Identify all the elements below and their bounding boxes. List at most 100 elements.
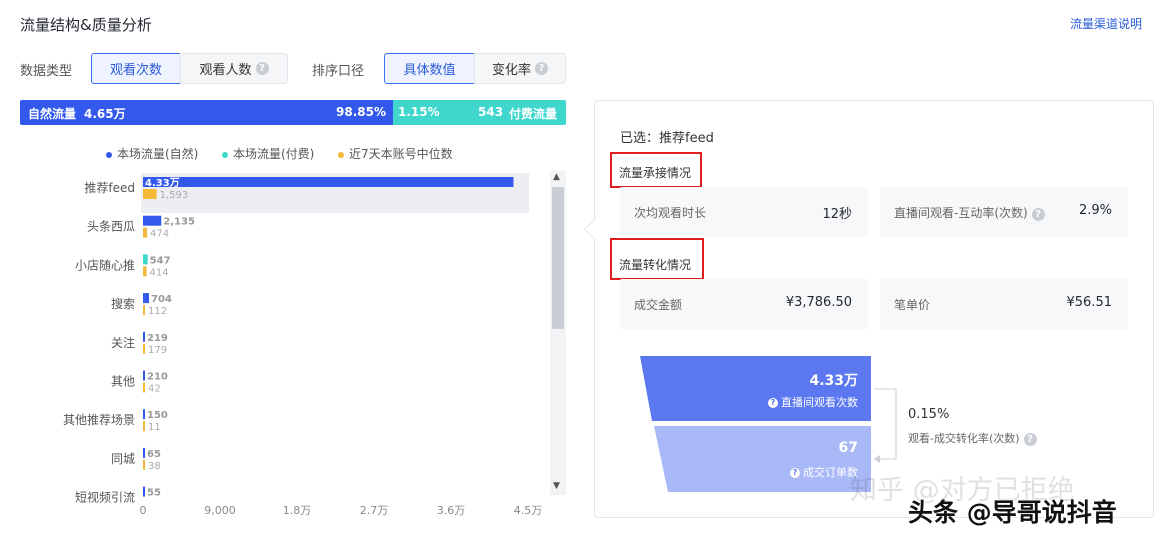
legend-median[interactable]: 近7天本账号中位数 — [338, 145, 453, 162]
bar-median-label: 474 — [150, 229, 169, 240]
bar-current-label: 2,135 — [163, 217, 195, 228]
channel-description-link[interactable]: 流量渠道说明 — [1070, 15, 1142, 32]
bar-current — [143, 177, 514, 187]
natural-traffic-value: 4.65万 — [84, 107, 126, 121]
bar-current-label: 65 — [147, 449, 161, 460]
sort-value-button[interactable]: 具体数值 — [384, 53, 475, 84]
category-label: 同城 — [111, 452, 135, 466]
conversion-rate-label: 观看-成交转化率(次数)? — [908, 430, 1037, 446]
bar-current — [143, 293, 150, 304]
x-tick-label: 4.5万 — [514, 504, 543, 517]
traffic-ratio-bar: 自然流量 4.65万 98.85% 1.15% 543 付费流量 — [20, 100, 566, 125]
bar-current — [143, 370, 145, 381]
metric-card-avg-order-price: 笔单价 ¥56.51 — [880, 279, 1128, 329]
bar-median — [143, 382, 145, 393]
bar-median — [143, 421, 145, 432]
metric-value: ¥3,786.50 — [785, 295, 852, 310]
bar-median-label: 112 — [148, 306, 167, 317]
bar-current — [143, 409, 145, 420]
x-tick-label: 2.7万 — [360, 504, 389, 517]
metric-label: 直播间观看-互动率(次数)? — [894, 204, 1045, 221]
bar-current — [143, 447, 145, 458]
scroll-down-arrow-icon[interactable]: ▼ — [553, 481, 560, 491]
natural-traffic-pct: 98.85% — [336, 105, 386, 119]
x-tick-label: 3.6万 — [437, 504, 466, 517]
page-title: 流量结构&质量分析 — [20, 16, 152, 34]
legend-natural[interactable]: 本场流量(自然) — [106, 145, 198, 162]
bar-median — [143, 227, 148, 238]
help-icon[interactable]: ? — [1031, 208, 1045, 221]
help-icon[interactable]: ? — [768, 398, 778, 408]
funnel-bottom-label: ? 成交订单数 — [700, 464, 858, 480]
scroll-up-arrow-icon[interactable]: ▲ — [553, 172, 560, 182]
metric-card-gmv: 成交金额 ¥3,786.50 — [620, 279, 868, 329]
metric-label: 成交金额 — [634, 298, 683, 312]
help-icon[interactable]: ? — [790, 468, 800, 478]
bar-current — [143, 254, 148, 265]
category-label: 短视频引流 — [75, 490, 135, 505]
metric-card-interaction-rate: 直播间观看-互动率(次数)? 2.9% — [880, 187, 1128, 237]
category-label: 其他 — [111, 375, 135, 389]
selected-channel-label: 已选：推荐feed — [620, 131, 714, 146]
funnel-top-value: 4.33万 — [809, 373, 858, 389]
bar-median — [143, 305, 145, 316]
bar-current-label: 210 — [147, 372, 168, 383]
highlight-box — [610, 152, 702, 188]
bar-current — [143, 215, 162, 226]
bar-current — [143, 331, 145, 342]
funnel-arrow-icon — [874, 455, 880, 463]
category-label: 搜索 — [111, 296, 135, 311]
bar-median-label: 1,593 — [160, 190, 189, 201]
bar-median-label: 414 — [150, 267, 169, 278]
legend-dot — [338, 151, 344, 158]
category-label: 其他推荐场景 — [63, 413, 135, 427]
help-icon[interactable]: ? — [255, 62, 269, 75]
paid-traffic-value: 543 — [478, 105, 504, 119]
natural-traffic-label: 自然流量 — [28, 107, 77, 121]
toutiao-watermark: 头条 @导哥说抖音 — [908, 498, 1117, 527]
category-label: 小店随心推 — [75, 257, 135, 272]
paid-traffic-label: 付费流量 — [509, 107, 558, 121]
metric-value: ¥56.51 — [1066, 295, 1113, 310]
bar-median — [143, 266, 147, 277]
funnel-top-label: ? 直播间观看次数 — [700, 394, 858, 410]
bar-median — [143, 343, 145, 354]
highlight-box — [610, 238, 704, 280]
help-icon[interactable]: ? — [535, 62, 548, 75]
category-label: 头条西瓜 — [87, 220, 135, 234]
bar-median — [143, 459, 145, 470]
chart-scroll-thumb[interactable] — [552, 187, 564, 329]
funnel-connector — [874, 388, 897, 460]
category-label: 推荐feed — [84, 181, 135, 195]
traffic-source-chart: 0 9,000 1.8万 2.7万 3.6万 4.5万 推荐feed 4.33万1,593 头条… — [63, 173, 543, 517]
conversion-rate-value: 0.15% — [908, 407, 950, 422]
bar-current-label: 4.33万 — [145, 177, 180, 189]
help-icon[interactable]: ? — [1023, 433, 1037, 446]
category-label: 关注 — [111, 335, 135, 350]
x-tick-label: 0 — [140, 504, 147, 517]
funnel-bottom-shape — [654, 426, 871, 492]
data-type-viewers-button[interactable]: 观看人数? — [180, 53, 288, 84]
bar-current — [143, 486, 145, 497]
bar-median-label: 38 — [148, 461, 161, 472]
x-tick-label: 1.8万 — [283, 504, 312, 517]
bar-median-label: 11 — [148, 422, 161, 433]
bar-current-label: 55 — [147, 488, 161, 499]
bar-current-label: 547 — [150, 255, 171, 266]
bar-current-label: 219 — [147, 333, 168, 344]
legend-dot — [106, 151, 112, 158]
metric-value: 2.9% — [1078, 203, 1112, 218]
x-tick-label: 9,000 — [204, 504, 236, 517]
data-type-views-button[interactable]: 观看次数 — [91, 53, 181, 84]
bar-median-label: 42 — [148, 384, 161, 395]
legend-paid[interactable]: 本场流量(付费) — [222, 145, 314, 162]
metric-card-avg-watch: 次均观看时长 12秒 — [620, 187, 868, 237]
bar-median-label: 179 — [148, 345, 167, 356]
sort-change-rate-button[interactable]: 变化率? — [474, 53, 566, 84]
bar-median — [143, 189, 157, 199]
bar-current-label: 150 — [147, 410, 168, 421]
bar-current-label: 704 — [151, 294, 172, 305]
metric-label: 次均观看时长 — [634, 206, 707, 220]
funnel-bottom-value: 67 — [838, 440, 858, 456]
legend-dot — [222, 151, 228, 158]
